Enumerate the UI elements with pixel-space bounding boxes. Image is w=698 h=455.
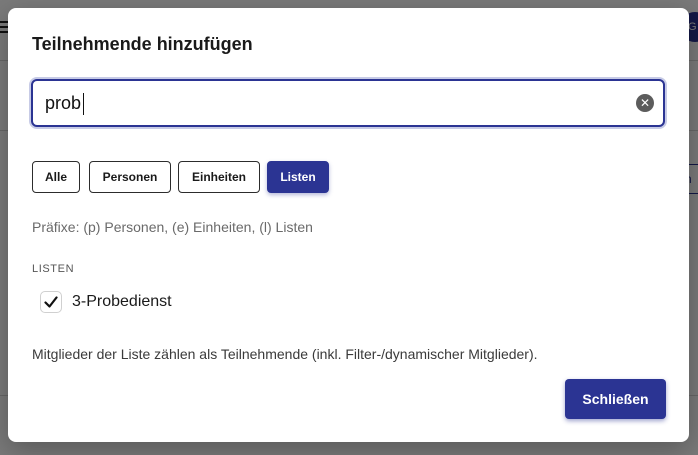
filter-chip-alle[interactable]: Alle (32, 161, 80, 193)
checkmark-icon (44, 296, 58, 308)
filter-chip-personen[interactable]: Personen (89, 161, 171, 193)
item-checkbox[interactable] (40, 291, 62, 313)
clear-circle-icon[interactable]: ✕ (636, 94, 654, 112)
filter-chip-listen[interactable]: Listen (267, 161, 329, 193)
filter-chip-einheiten[interactable]: Einheiten (178, 161, 260, 193)
search-input[interactable] (45, 81, 625, 125)
search-field[interactable]: ✕ (31, 79, 665, 127)
close-button[interactable]: Schließen (565, 379, 666, 419)
list-item-label: 3-Probedienst (72, 293, 172, 310)
section-label-listen: LISTEN (32, 263, 75, 275)
list-membership-note: Mitglieder der Liste zählen als Teilnehm… (32, 346, 538, 362)
dialog-title: Teilnehmende hinzufügen (32, 34, 253, 54)
add-participants-dialog: Teilnehmende hinzufügen ✕ Alle Personen … (8, 8, 689, 442)
text-caret (83, 93, 84, 115)
prefix-hint: Präfixe: (p) Personen, (e) Einheiten, (l… (32, 219, 313, 235)
